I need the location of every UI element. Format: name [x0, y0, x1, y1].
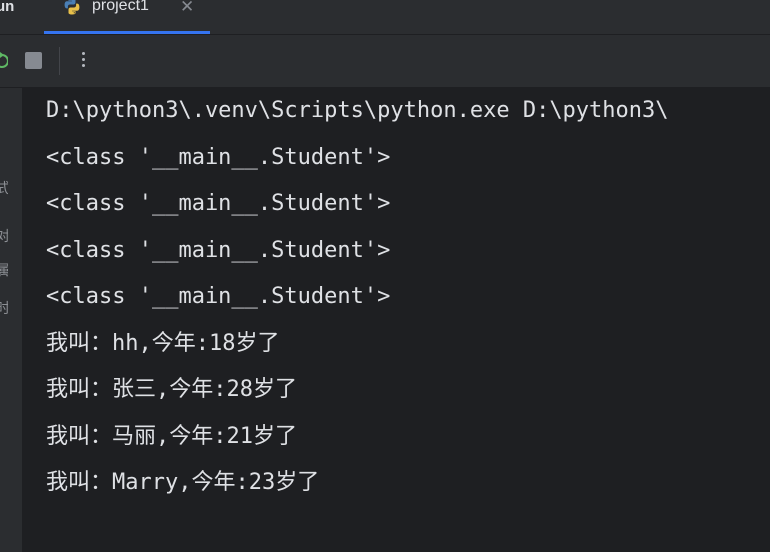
console-line: <class '__main__.Student'>	[46, 145, 391, 170]
console-line: 我叫：张三,今年:28岁了	[46, 377, 297, 402]
tool-window-title: un	[0, 0, 15, 15]
active-tab-indicator	[44, 31, 210, 34]
console-output[interactable]: D:\python3\.venv\Scripts\python.exe D:\p…	[23, 88, 770, 552]
console-line: <class '__main__.Student'>	[46, 238, 391, 263]
tab-label: project1	[92, 0, 149, 14]
gutter-glyph: 时	[0, 300, 8, 316]
rerun-icon[interactable]	[0, 52, 8, 70]
console-line-command: D:\python3\.venv\Scripts\python.exe D:\p…	[46, 98, 669, 123]
tab-project1[interactable]: project1 ✕	[44, 0, 210, 34]
console-line: 我叫：马丽,今年:21岁了	[46, 424, 297, 449]
python-icon	[64, 0, 80, 15]
toolbar-divider	[59, 47, 60, 75]
left-gutter: 式 对 属 时	[0, 88, 23, 552]
gutter-glyph: 对	[0, 228, 8, 244]
tab-strip: un project1 ✕	[0, 0, 770, 35]
console-line: <class '__main__.Student'>	[46, 191, 391, 216]
gutter-glyph: 属	[0, 262, 8, 278]
gutter-glyph: 式	[0, 180, 8, 196]
run-tool-window: un project1 ✕ 式 对 属 时 D:\python3\.venv\S…	[0, 0, 770, 552]
console-line: 我叫：Marry,今年:23岁了	[46, 470, 320, 495]
console-line: 我叫：hh,今年:18岁了	[46, 331, 280, 356]
more-options-icon[interactable]	[78, 49, 88, 73]
stop-icon[interactable]	[25, 52, 42, 69]
run-toolbar	[0, 35, 770, 87]
close-icon[interactable]: ✕	[180, 0, 194, 17]
console-line: <class '__main__.Student'>	[46, 284, 391, 309]
